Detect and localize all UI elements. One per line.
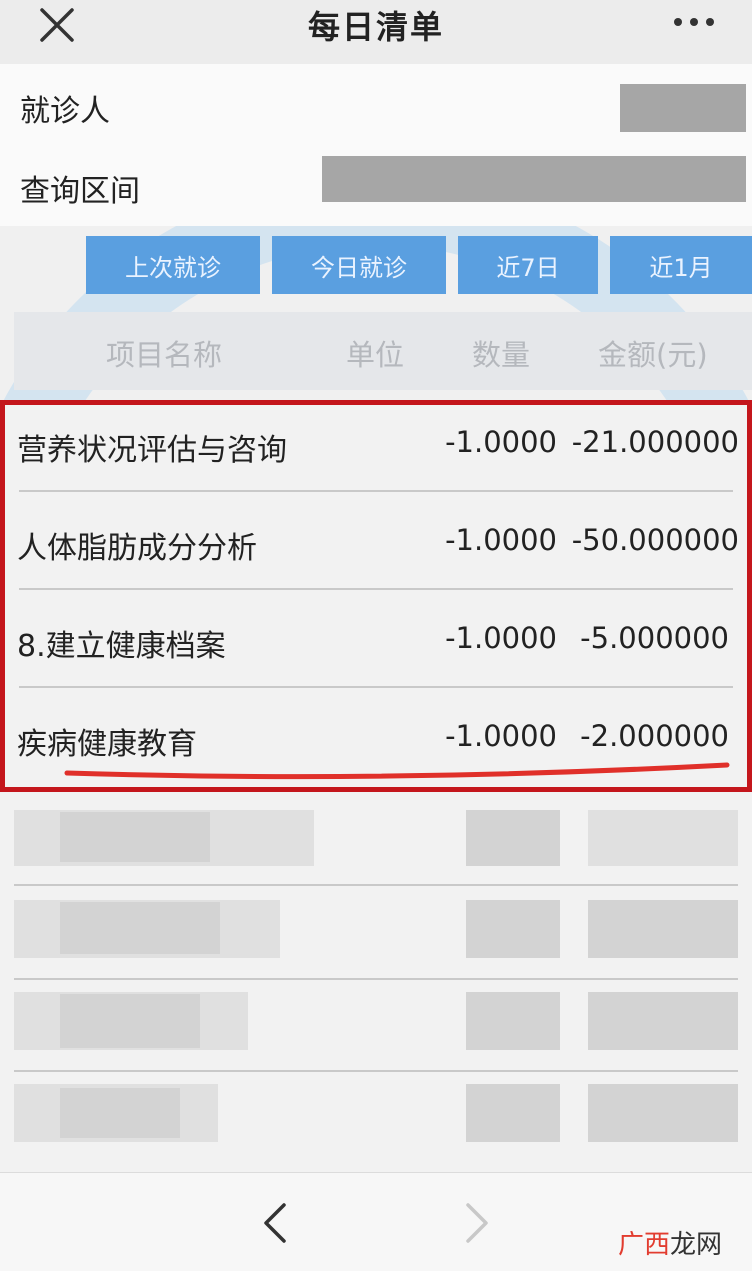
- header-unit: 单位: [346, 338, 405, 372]
- tab-1month[interactable]: 近1月: [610, 236, 752, 294]
- patient-redacted: [620, 84, 746, 132]
- header-name: 项目名称: [106, 338, 223, 372]
- header-amount: 金额(元): [598, 338, 708, 372]
- tab-today[interactable]: 今日就诊: [272, 236, 446, 294]
- more-icon[interactable]: [674, 16, 714, 28]
- table-header: 项目名称 单位 数量 金额(元): [14, 312, 752, 390]
- tab-7days[interactable]: 近7日: [458, 236, 598, 294]
- item-table: 营养状况评估与咨询 -1.0000 -21.000000 人体脂肪成分分析 -1…: [0, 400, 752, 792]
- header-qty: 数量: [472, 338, 531, 372]
- range-redacted: [322, 156, 746, 202]
- tab-last-visit[interactable]: 上次就诊: [86, 236, 260, 294]
- title-bar: 每日清单: [0, 0, 752, 64]
- page-title: 每日清单: [307, 8, 444, 46]
- forward-icon[interactable]: [462, 1201, 492, 1245]
- brand-part1: 广西: [617, 1230, 670, 1260]
- blurred-rows: [0, 792, 752, 1172]
- brand-watermark: 广西 龙网: [618, 1224, 722, 1261]
- red-underline: [64, 762, 730, 780]
- back-icon[interactable]: [260, 1201, 290, 1245]
- range-label: 查询区间: [20, 174, 140, 209]
- patient-label: 就诊人: [20, 94, 110, 129]
- info-panel: 就诊人 查询区间: [0, 64, 752, 226]
- range-tabs: 上次就诊 今日就诊 近7日 近1月: [0, 226, 752, 306]
- brand-part2: 龙网: [669, 1230, 722, 1260]
